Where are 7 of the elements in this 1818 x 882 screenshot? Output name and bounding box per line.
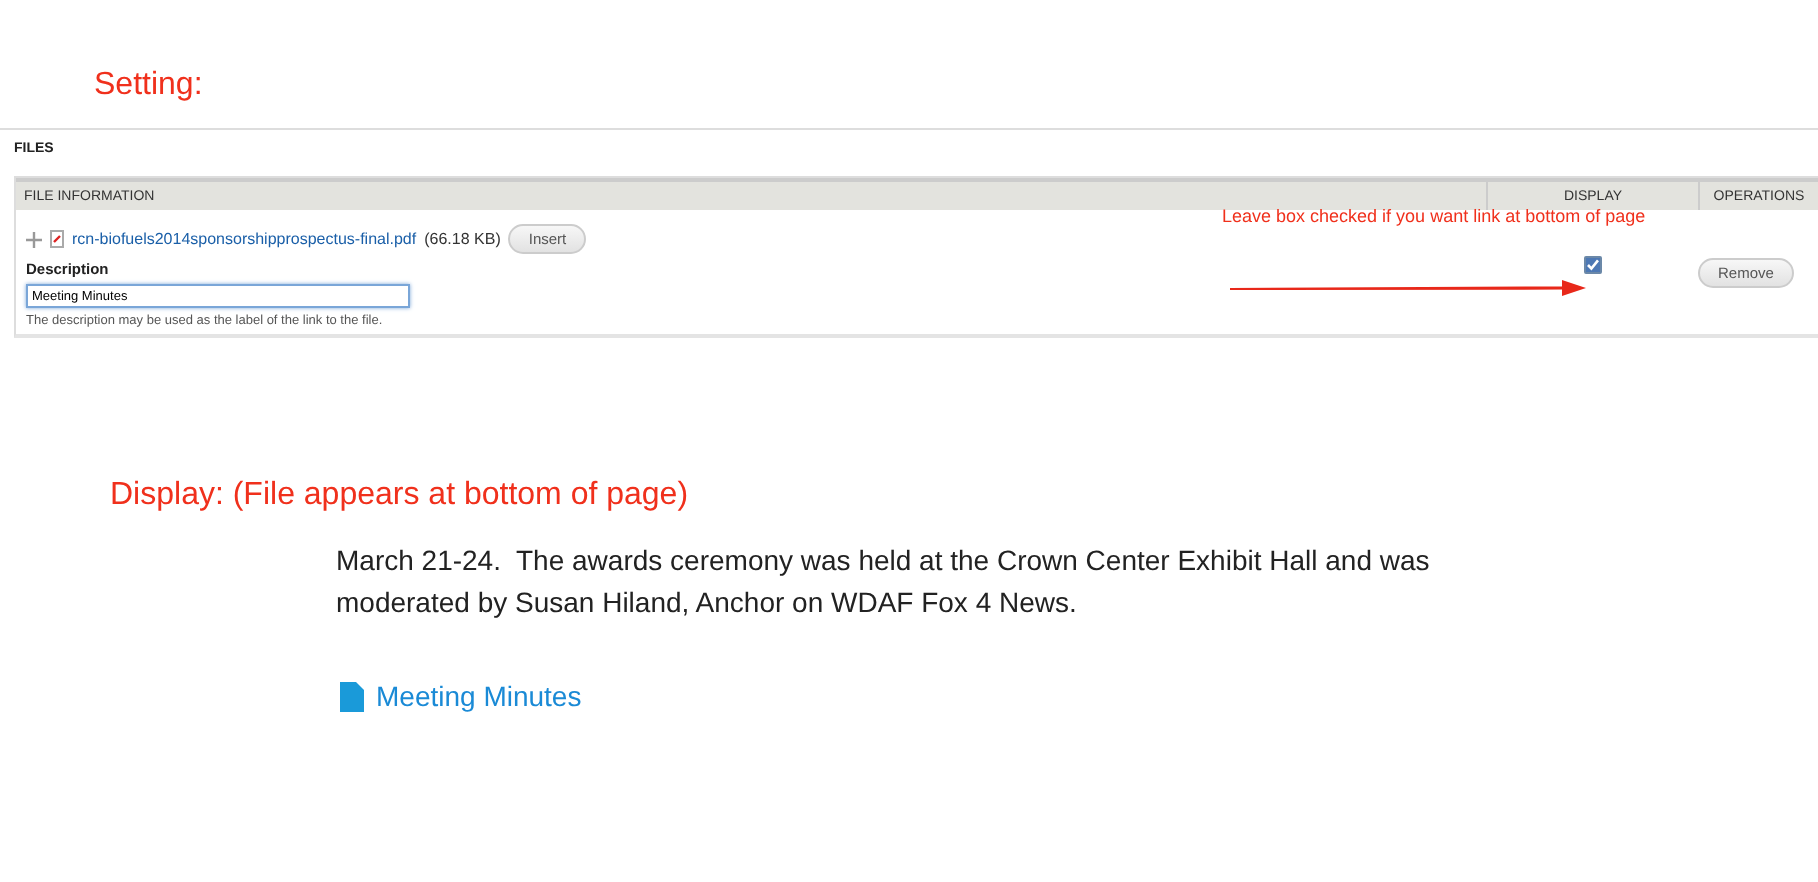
file-size: (66.18 KB) <box>424 230 501 248</box>
annotation-text: Leave box checked if you want link at bottom of page <box>1222 206 1646 226</box>
file-link[interactable]: Meeting Minutes <box>376 680 582 712</box>
display-heading: Display: (File appears at bottom of page) <box>108 476 691 514</box>
setting-heading: Setting: <box>92 66 205 104</box>
paragraph: March 21-24. The awards ceremony was held at the Crown Center Exhibit Hall and was moderated by Susan Hiland, Anchor on WDAF Fox 4 News. <box>334 542 1432 622</box>
file-link[interactable]: rcn-biofuels2014sponsorshipprospectus-final.pdf <box>72 230 417 248</box>
